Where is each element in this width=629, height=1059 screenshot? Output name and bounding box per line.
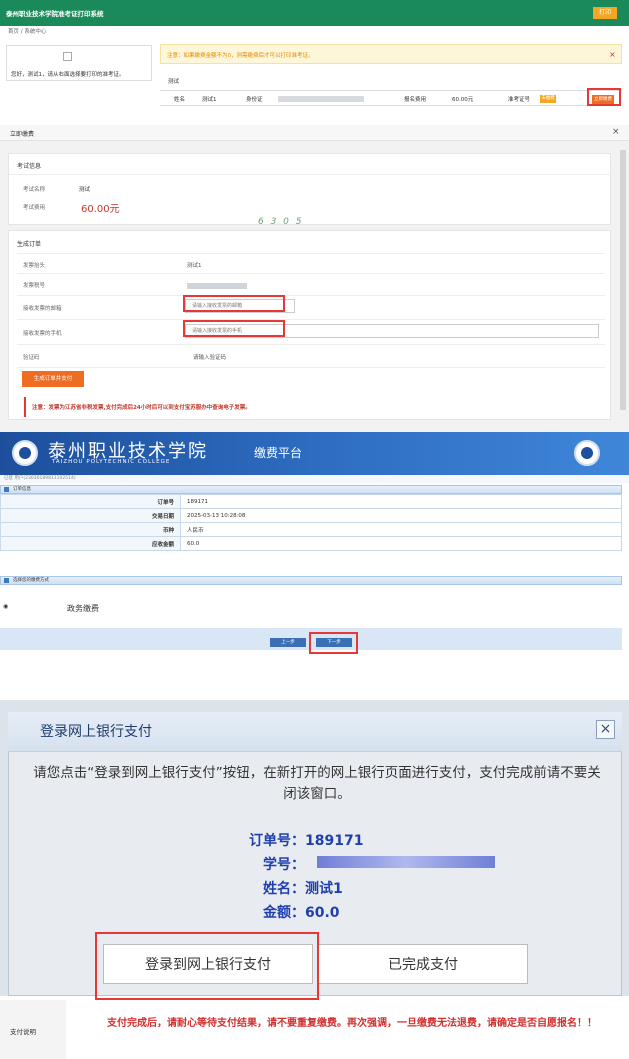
order-info-bar: 订单信息 [0,485,622,494]
exam-name: 测试 [168,79,180,85]
name-label: 姓名 [174,97,186,103]
broken-image-icon [63,52,72,61]
exam-name-label: 考试名称 [23,187,46,193]
info-icon [4,578,9,583]
print-button[interactable]: 打印 [593,7,617,19]
highlight-box [309,632,358,654]
id-label: 身份证 [246,97,263,103]
info-icon [4,487,9,492]
divider [17,344,605,345]
order-card: 生成订单 发票抬头 测试1 发票税号 接收发票的邮箱 请输入接收发票的邮箱 接收… [8,230,611,420]
phone-label: 接收发票的手机 [23,331,62,337]
tax-id-label: 发票税号 [23,283,46,289]
row-value: 60.0 [180,536,622,551]
row-value: 189171 [180,494,622,509]
student-number-label: 学号： [263,857,305,873]
row-label: 交易日期 [0,508,181,523]
modal-title: 立即缴费 [10,131,35,138]
dialog-title: 登录网上银行支付 [40,724,152,740]
divider [9,174,612,175]
divider [17,319,605,320]
bar-title: 订单信息 [13,487,31,492]
gov-payment-option[interactable]: 政务缴费 [67,603,99,614]
exam-fee-label: 考试费用 [23,205,46,211]
table-row: 币种 人民币 [0,522,622,537]
divider [17,295,605,296]
payment-done-button[interactable]: 已完成支付 [318,944,528,984]
radio-button[interactable]: ◉ [3,603,8,610]
student-name: 姓名：测试1 [263,881,343,897]
exam-fee-value: 60.00元 [81,204,120,215]
scrollbar[interactable] [620,150,626,410]
user-panel: 您好，测试1，请从右面选择要打印的准考证。 [6,45,152,81]
captcha-image[interactable]: 6 3 0 5 [258,217,316,230]
breadcrumb[interactable]: 首页 / 系统中心 [8,27,46,35]
unpaid-badge: 未缴费 [540,95,556,103]
exam-info-card: 考试信息 考试名称 测试 考试费用 60.00元 [8,153,612,225]
highlight-box [183,295,285,312]
name-value: 测试1 [202,97,217,103]
ticket-label: 准考证号 [508,97,531,103]
modal-header: 立即缴费 × [0,125,629,141]
login-status: 已登 用户(23030189811102514) [0,475,629,483]
system-title: 泰州职业技术学院准考证打印系统 [6,10,104,18]
dialog-message: 请您点击“登录到网上银行支付”按钮，在新打开的网上银行页面进行支付，支付完成前请… [33,765,601,802]
bar-title: 选择您的缴费方式 [13,578,49,583]
email-label: 接收发票的邮箱 [23,306,62,312]
order-table: 订单号 189171 交易日期 2025-03-13 10:28:08 币种 人民币 … [0,494,622,551]
order-number: 订单号：189171 [249,833,364,849]
captcha-label: 验证码 [23,355,40,361]
close-icon[interactable]: × [609,50,616,59]
close-icon[interactable]: × [596,720,615,739]
card-title: 考试信息 [17,163,42,170]
card-title: 生成订单 [17,241,42,248]
greeting-text: 您好，测试1，请从右面选择要打印的准考证。 [11,72,125,78]
fee-value: 60.00元 [452,97,474,103]
divider [17,253,605,254]
table-row: 订单号 189171 [0,494,622,509]
table-row: 应收金额 60.0 [0,536,622,551]
table-row: 姓名 测试1 身份证 报名费用 60.00元 准考证号 未缴费 立即缴费 [160,90,622,106]
platform-title: 缴费平台 [254,446,303,460]
pay-modal: 立即缴费 × 考试信息 考试名称 测试 考试费用 60.00元 生成订单 发票抬… [0,125,629,432]
note-text: 支付完成后，请耐心等待支付结果，请不要重复缴费。再次强调，一旦缴费无法退费，请确… [107,1018,597,1029]
highlight-box [587,88,621,106]
close-icon[interactable]: × [612,127,620,137]
school-name-en: TAIZHOU POLYTECHNIC COLLEGE [52,459,171,465]
table-row: 交易日期 2025-03-13 10:28:08 [0,508,622,523]
row-value: 人民币 [180,522,622,537]
warning-text: 注意：发票为江苏省非税发票,支付完成后24小时后可以到支付宝苏服办中查询电子发票… [32,405,251,411]
notice-text: 注意：如果缴费金额不为0，则需缴费后才可以打印准考证。 [167,53,314,59]
student-number-blurred [317,856,495,868]
divider [17,367,605,368]
id-value-blurred [278,96,364,102]
exam-name-value: 测试 [79,187,91,193]
row-label: 币种 [0,522,181,537]
fee-label: 报名费用 [404,97,427,103]
payment-method-bar: 选择您的缴费方式 [0,576,622,585]
invoice-warning: 注意：发票为江苏省非税发票,支付完成后24小时后可以到支付宝苏服办中查询电子发票… [24,397,594,417]
row-label: 应收金额 [0,536,181,551]
captcha-field[interactable]: 请输入验证码 [193,353,226,361]
invoice-title-value: 测试1 [187,263,202,269]
notice-alert: 注意：如果缴费金额不为0，则需缴费后才可以打印准考证。 × [160,44,622,64]
school-logo-icon [574,440,600,466]
school-logo-icon [12,440,38,466]
generate-order-button[interactable]: 生成订单并支付 [22,371,84,387]
row-value: 2025-03-13 10:28:08 [180,508,622,523]
invoice-title-label: 发票抬头 [23,263,46,269]
note-label: 支付说明 [10,1028,36,1036]
row-label: 订单号 [0,494,181,509]
prev-button[interactable]: 上一步 [270,638,306,647]
divider [17,273,605,274]
amount: 金额：60.0 [263,905,340,921]
highlight-box [183,320,285,337]
highlight-box [95,932,319,1000]
tax-id-blurred [187,283,247,289]
